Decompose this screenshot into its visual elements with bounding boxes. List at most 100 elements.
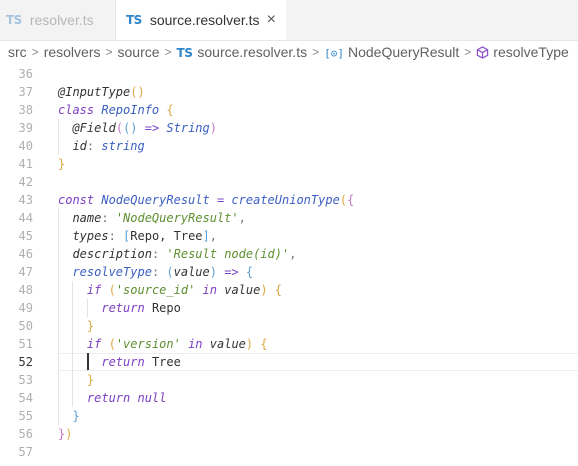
code-text: description: 'Result node(id)',	[58, 245, 296, 263]
code-line[interactable]: 38 class RepoInfo {	[0, 101, 578, 119]
line-number: 48	[18, 283, 33, 297]
breadcrumb-member-label: resolveType	[493, 44, 569, 60]
code-token: )	[260, 283, 268, 297]
code-token: if	[86, 283, 109, 297]
code-line[interactable]: 48 if ('source_id' in value) {	[0, 281, 578, 299]
breadcrumb-source[interactable]: source	[118, 44, 160, 60]
code-token: value	[209, 337, 246, 351]
code-line[interactable]: 43 const NodeQueryResult = createUnionTyp…	[0, 191, 578, 209]
code-token: @InputType	[58, 85, 131, 99]
line-number: 40	[18, 139, 33, 153]
line-number: 42	[18, 175, 33, 189]
code-line[interactable]: 37 @InputType()	[0, 83, 578, 101]
code-line[interactable]: 50 }	[0, 317, 578, 335]
code-line[interactable]: 40 id: string	[0, 137, 578, 155]
indent-guide	[86, 299, 88, 317]
code-token: in	[180, 337, 210, 351]
code-text: }	[58, 155, 65, 173]
text-cursor	[86, 353, 89, 370]
code-token: Repo, Tree	[130, 229, 203, 243]
code-token: ()	[130, 85, 145, 99]
code-text: return Repo	[58, 299, 180, 317]
code-line[interactable]: 54 return null	[0, 389, 578, 407]
breadcrumb-member[interactable]: resolveType	[476, 44, 569, 60]
typescript-icon: TS	[6, 13, 22, 27]
code-line[interactable]: 39 @Field(() => String)	[0, 119, 578, 137]
line-number: 44	[18, 211, 33, 225]
code-text: @Field(() => String)	[58, 119, 217, 137]
code-text: class RepoInfo {	[58, 101, 174, 119]
code-token: null	[137, 391, 167, 405]
line-number: 41	[18, 157, 33, 171]
breadcrumb-resolvers[interactable]: resolvers	[44, 44, 101, 60]
line-number: 56	[18, 427, 33, 441]
code-line[interactable]: 36	[0, 65, 578, 83]
code-token: (	[108, 283, 116, 297]
code-token: if	[86, 337, 109, 351]
code-text: const NodeQueryResult = createUnionType(…	[58, 191, 354, 209]
breadcrumb-src[interactable]: src	[8, 44, 27, 60]
code-token: }	[58, 157, 66, 171]
line-number: 36	[18, 67, 33, 81]
tab-bar-empty-area	[286, 0, 578, 40]
breadcrumb-symbol[interactable]: [⊙] NodeQueryResult	[324, 44, 459, 60]
code-token: :	[86, 139, 102, 153]
code-line[interactable]: 55 }	[0, 407, 578, 425]
code-text: if ('source_id' in value) {	[58, 281, 282, 299]
line-number: 55	[18, 409, 33, 423]
tab-resolver-ts[interactable]: TS resolver.ts	[0, 0, 116, 40]
code-token: String	[166, 121, 210, 135]
code-line[interactable]: 57	[0, 443, 578, 461]
breadcrumb-file[interactable]: TS source.resolver.ts	[177, 44, 308, 60]
code-line[interactable]: 42	[0, 173, 578, 191]
line-number: 53	[18, 373, 33, 387]
code-token: string	[101, 139, 145, 153]
tab-label: resolver.ts	[29, 12, 94, 28]
typescript-icon: TS	[126, 13, 142, 27]
indent-guide	[58, 119, 59, 155]
code-line[interactable]: 44 name: 'NodeQueryResult',	[0, 209, 578, 227]
code-token: in	[195, 283, 225, 297]
code-line[interactable]: 47 resolveType: (value) => {	[0, 263, 578, 281]
code-token: (	[339, 193, 348, 207]
code-token: name	[72, 211, 102, 225]
code-token: types	[72, 229, 109, 243]
code-line[interactable]: 51 if ('version' in value) {	[0, 335, 578, 353]
code-token: 'Result node(id)'	[166, 247, 290, 261]
code-token: }	[72, 409, 80, 423]
code-token: NodeQueryResult	[101, 193, 210, 207]
code-line[interactable]: 46 description: 'Result node(id)',	[0, 245, 578, 263]
line-number: 57	[18, 445, 33, 459]
code-token: (	[108, 337, 116, 351]
line-number: 46	[18, 247, 33, 261]
code-line[interactable]: 53 }	[0, 371, 578, 389]
line-number: 43	[18, 193, 33, 207]
line-number: 54	[18, 391, 33, 405]
code-token: =>	[137, 121, 167, 135]
code-line[interactable]: 41}	[0, 155, 578, 173]
indent-guide	[72, 281, 74, 407]
code-text: types: [Repo, Tree],	[58, 227, 217, 245]
code-token: id	[72, 139, 87, 153]
code-text: return null	[58, 389, 166, 407]
code-token: )	[65, 427, 73, 441]
code-line[interactable]: 56})	[0, 425, 578, 443]
chevron-right-icon: >	[464, 45, 472, 59]
close-icon[interactable]: ×	[267, 12, 276, 28]
code-editor[interactable]: 36 37 @InputType() 38 class RepoInfo {39 @Fi…	[0, 64, 578, 466]
code-token: (	[166, 265, 174, 279]
method-cube-icon	[477, 46, 489, 59]
code-token: ,	[289, 247, 297, 261]
code-text: id: string	[58, 137, 145, 155]
code-token: ,	[209, 229, 217, 243]
tab-source-resolver-ts[interactable]: TS source.resolver.ts ×	[116, 0, 286, 40]
chevron-right-icon: >	[164, 45, 172, 59]
code-token: {	[166, 103, 174, 117]
code-line[interactable]: 45 types: [Repo, Tree],	[0, 227, 578, 245]
